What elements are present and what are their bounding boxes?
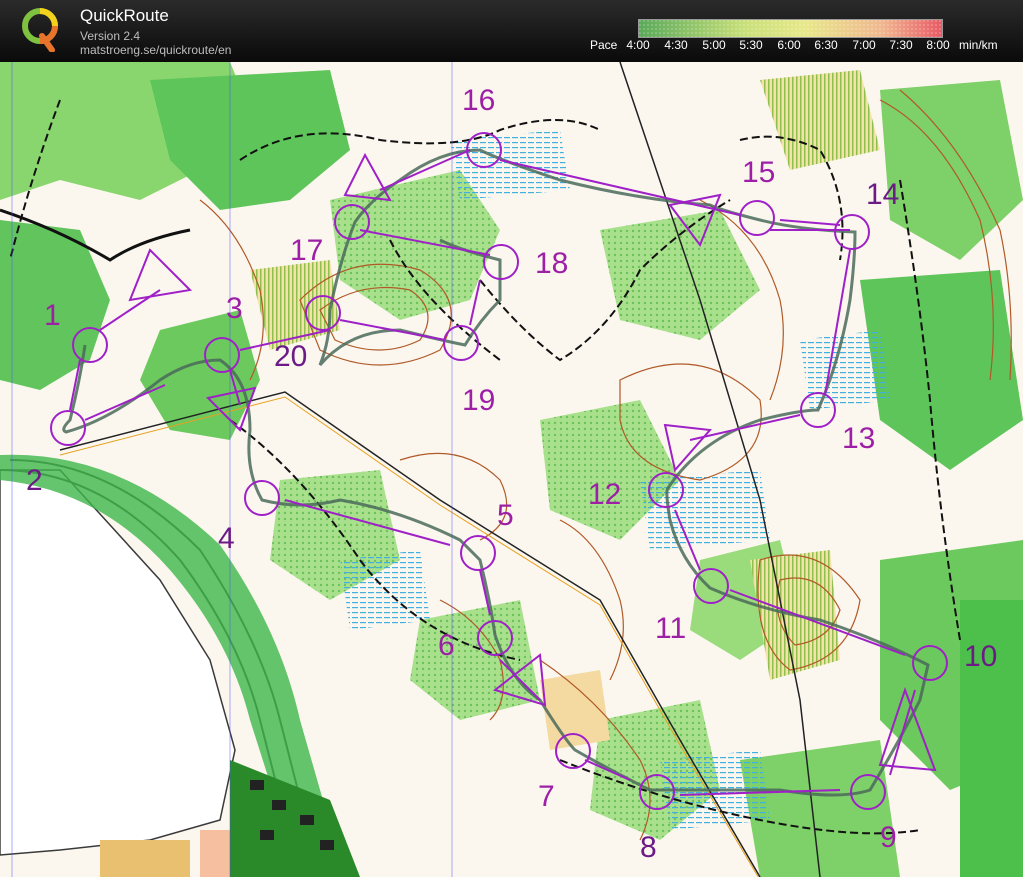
pace-tick: 7:00 (852, 38, 876, 52)
control-number: 4 (218, 522, 235, 555)
app-title: QuickRoute (80, 6, 169, 25)
pace-tick: 5:30 (739, 38, 763, 52)
pace-label: Pace (590, 38, 618, 52)
control-number: 3 (226, 292, 243, 325)
pace-tick: 6:00 (777, 38, 801, 52)
pace-tick: 8:00 (926, 38, 950, 52)
quickroute-logo (22, 8, 58, 52)
control-number: 6 (438, 629, 455, 662)
control-number: 16 (462, 84, 495, 117)
header-bar: QuickRoute Version 2.4 matstroeng.se/qui… (0, 0, 1023, 62)
control-number: 1 (44, 299, 61, 332)
control-number: 5 (497, 499, 514, 532)
control-number: 17 (290, 234, 323, 267)
control-number: 2 (26, 464, 43, 497)
control-number: 10 (964, 640, 997, 673)
pace-tick: 5:00 (702, 38, 726, 52)
control-number: 20 (274, 340, 307, 373)
control-number: 14 (866, 178, 899, 211)
app-url[interactable]: matstroeng.se/quickroute/en (80, 43, 231, 57)
control-number: 12 (588, 478, 621, 511)
orienteering-map[interactable]: 1 2 3 4 5 6 7 8 9 10 11 12 13 14 15 16 1… (0, 62, 1023, 877)
pace-unit: min/km (959, 38, 998, 52)
pace-tick: 4:30 (664, 38, 688, 52)
pace-tick: 7:30 (889, 38, 913, 52)
pace-tick: 6:30 (814, 38, 838, 52)
control-number: 8 (640, 831, 657, 864)
quickroute-window: QuickRoute Version 2.4 matstroeng.se/qui… (0, 0, 1023, 877)
control-number: 7 (538, 780, 555, 813)
map-canvas[interactable]: 1 2 3 4 5 6 7 8 9 10 11 12 13 14 15 16 1… (0, 62, 1023, 877)
control-number: 13 (842, 422, 875, 455)
control-number: 9 (880, 821, 897, 854)
pace-color-bar (638, 19, 943, 38)
app-version: Version 2.4 (80, 29, 141, 43)
control-number: 15 (742, 156, 775, 189)
control-number: 11 (655, 612, 686, 645)
control-number: 18 (535, 247, 568, 280)
control-number: 19 (462, 384, 495, 417)
pace-tick: 4:00 (626, 38, 650, 52)
